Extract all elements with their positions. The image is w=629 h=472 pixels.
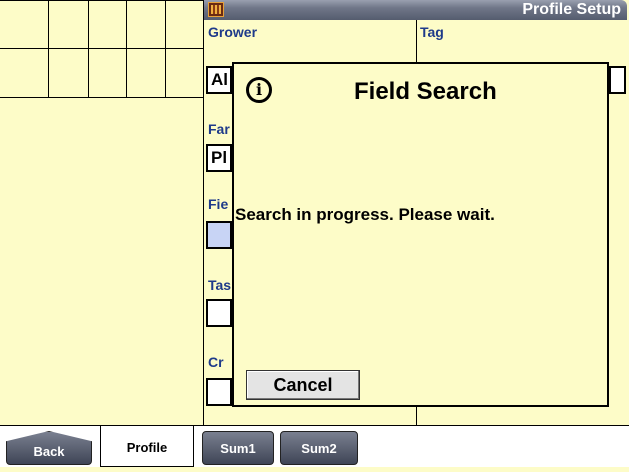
tab-sum2[interactable]: Sum2 [280, 431, 358, 465]
grid-row [0, 0, 203, 49]
field-field[interactable] [206, 221, 232, 249]
dialog-message: Search in progress. Please wait. [235, 205, 495, 224]
dialog-title: Field Search [354, 78, 497, 105]
page-title: Profile Setup [522, 1, 621, 18]
tab-profile[interactable]: Profile [100, 426, 194, 467]
crop-label: Cr [208, 354, 224, 370]
tag-field[interactable] [609, 66, 626, 94]
farm-label: Far [208, 121, 230, 137]
screen-grid-icon[interactable] [208, 2, 224, 17]
grid-row [0, 48, 203, 98]
tag-label: Tag [420, 24, 444, 40]
field-search-dialog: i Field Search Search in progress. Pleas… [232, 62, 609, 407]
cancel-button[interactable]: Cancel [246, 370, 360, 400]
field-label: Fie [208, 196, 229, 212]
tab-sum1[interactable]: Sum1 [202, 431, 274, 465]
panel-border [203, 0, 204, 425]
farm-field[interactable]: Pl [206, 144, 232, 172]
task-label: Tas [208, 277, 232, 293]
title-bar: Profile Setup [204, 0, 627, 20]
grower-label: Grower [208, 24, 258, 40]
tab-back[interactable]: Back [6, 431, 92, 465]
crop-field[interactable] [206, 378, 232, 406]
info-icon: i [246, 77, 272, 103]
grower-field[interactable]: Al [206, 66, 232, 94]
run-screen-grid [0, 0, 204, 98]
tab-bar: Back Profile Sum1 Sum2 [0, 425, 629, 467]
task-field[interactable] [206, 299, 232, 327]
